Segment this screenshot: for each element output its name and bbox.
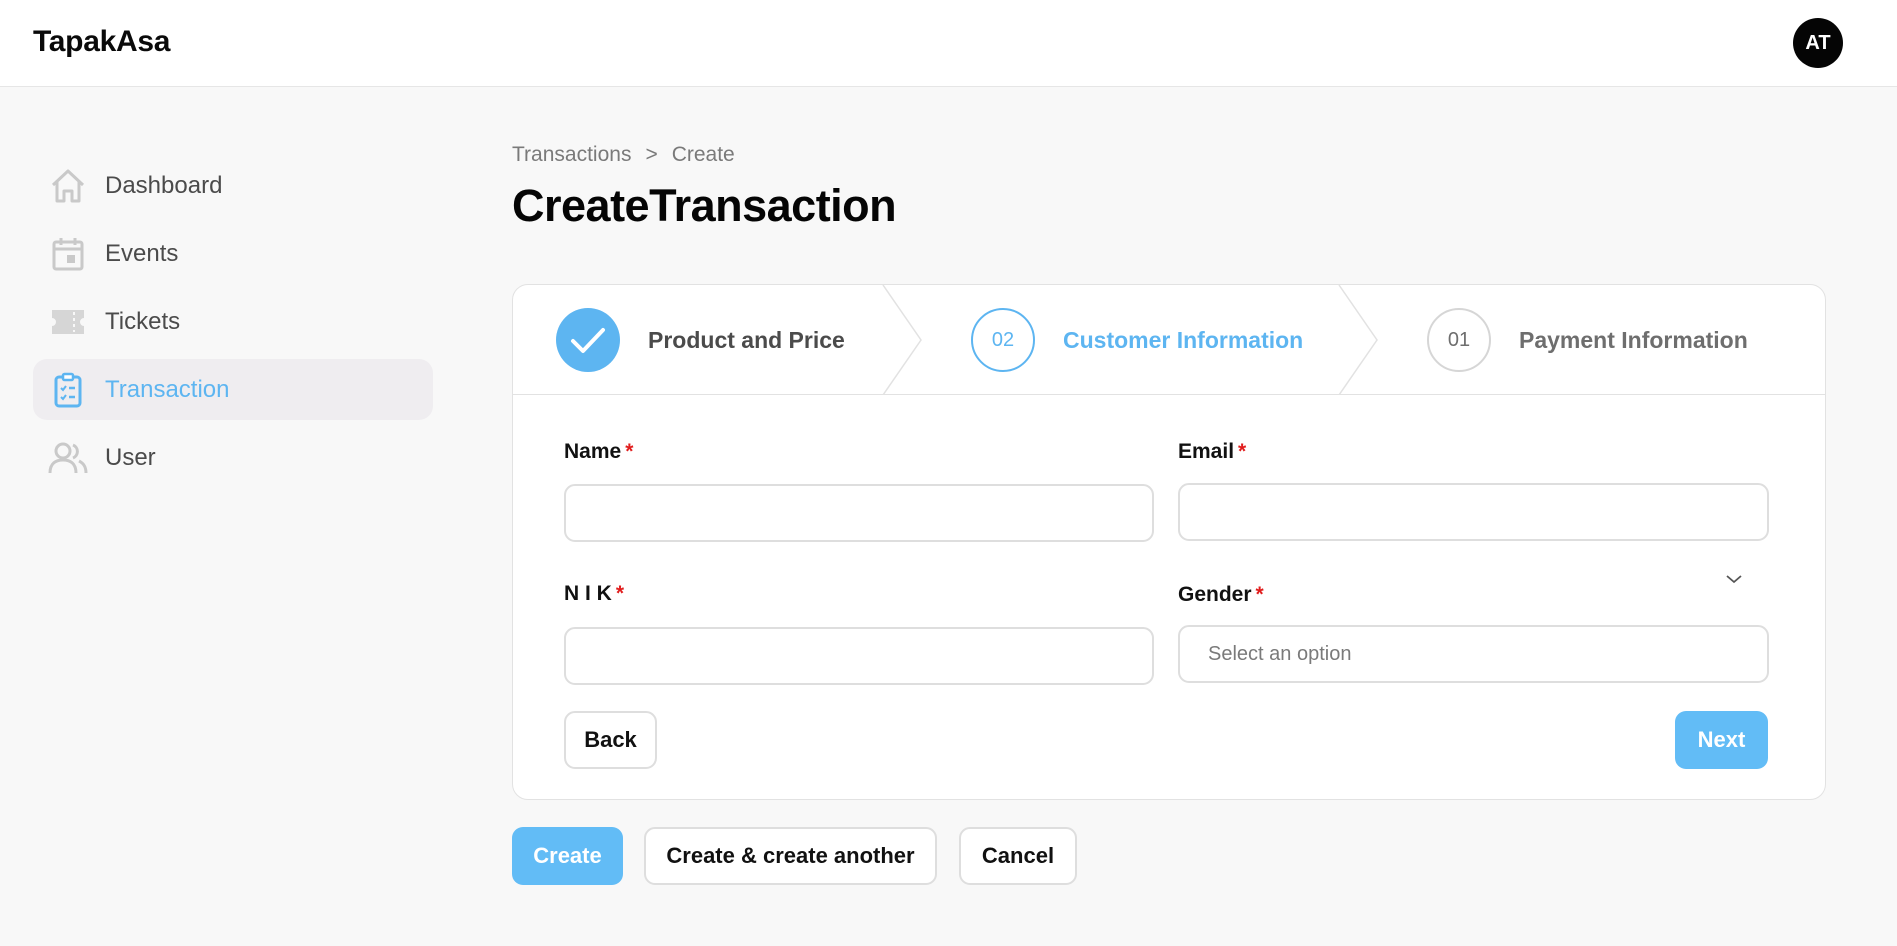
- gender-select-placeholder: Select an option: [1208, 642, 1352, 665]
- email-label: Email *: [1178, 440, 1246, 464]
- step-label: Customer Information: [1063, 326, 1304, 353]
- step-divider: [882, 285, 922, 395]
- required-mark: *: [1255, 583, 1264, 606]
- step-product-and-price[interactable]: Product and Price: [556, 285, 845, 395]
- nik-input[interactable]: [564, 627, 1154, 685]
- cancel-button[interactable]: Cancel: [959, 827, 1077, 885]
- email-label-text: Email: [1178, 440, 1235, 463]
- step-customer-information[interactable]: 02 Customer Information: [971, 285, 1303, 395]
- next-button[interactable]: Next: [1675, 711, 1768, 769]
- step-label: Payment Information: [1519, 326, 1748, 353]
- sidebar-item-label: Transaction: [105, 375, 230, 403]
- sidebar-item-events[interactable]: Events: [33, 223, 433, 284]
- breadcrumb-link-transactions[interactable]: Transactions: [512, 143, 631, 167]
- sidebar-item-user[interactable]: User: [33, 427, 433, 488]
- sidebar-item-transaction[interactable]: Transaction: [33, 359, 433, 420]
- step-number-badge: 02: [971, 308, 1035, 372]
- step-payment-information[interactable]: 01 Payment Information: [1427, 285, 1748, 395]
- step-number-badge: 01: [1427, 308, 1491, 372]
- required-mark: *: [625, 440, 634, 463]
- check-icon: [556, 308, 620, 372]
- name-label: Name *: [564, 440, 633, 464]
- stepper: Product and Price 02 Customer Informatio…: [513, 285, 1825, 395]
- breadcrumb-current: Create: [671, 143, 735, 166]
- name-label-text: Name: [564, 440, 622, 463]
- clipboard-icon: [48, 370, 88, 410]
- gender-label-text: Gender: [1178, 583, 1252, 606]
- gender-label: Gender *: [1178, 583, 1264, 607]
- brand-logo[interactable]: TapakAsa: [33, 25, 170, 59]
- page-title: CreateTransaction: [512, 180, 897, 231]
- create-button[interactable]: Create: [512, 827, 623, 885]
- nik-label: N I K *: [564, 582, 624, 606]
- gender-select[interactable]: Select an option: [1178, 625, 1769, 683]
- sidebar-item-label: Tickets: [105, 307, 181, 335]
- nik-label-text: N I K: [564, 582, 612, 605]
- sidebar-item-tickets[interactable]: Tickets: [33, 291, 433, 352]
- calendar-icon: [48, 234, 88, 274]
- sidebar: Dashboard Events Tickets Transaction Use…: [33, 155, 433, 495]
- chevron-down-icon[interactable]: [1725, 574, 1743, 584]
- back-button[interactable]: Back: [564, 711, 657, 769]
- email-input[interactable]: [1178, 483, 1769, 541]
- step-label: Product and Price: [648, 326, 845, 353]
- required-mark: *: [1238, 440, 1247, 463]
- breadcrumb-separator: >: [645, 143, 658, 166]
- name-input[interactable]: [564, 484, 1154, 542]
- create-another-button[interactable]: Create & create another: [644, 827, 937, 885]
- top-bar: TapakAsa AT: [0, 0, 1897, 87]
- wizard-card: Product and Price 02 Customer Informatio…: [512, 284, 1826, 800]
- sidebar-item-label: Events: [105, 239, 179, 267]
- ticket-icon: [48, 302, 88, 342]
- breadcrumb: Transactions > Create: [512, 143, 735, 167]
- step-divider: [1338, 285, 1378, 395]
- home-icon: [48, 166, 88, 206]
- sidebar-item-label: Dashboard: [105, 171, 223, 199]
- user-avatar[interactable]: AT: [1793, 18, 1843, 68]
- users-icon: [48, 438, 88, 478]
- sidebar-item-dashboard[interactable]: Dashboard: [33, 155, 433, 216]
- sidebar-item-label: User: [105, 443, 156, 471]
- required-mark: *: [615, 582, 625, 605]
